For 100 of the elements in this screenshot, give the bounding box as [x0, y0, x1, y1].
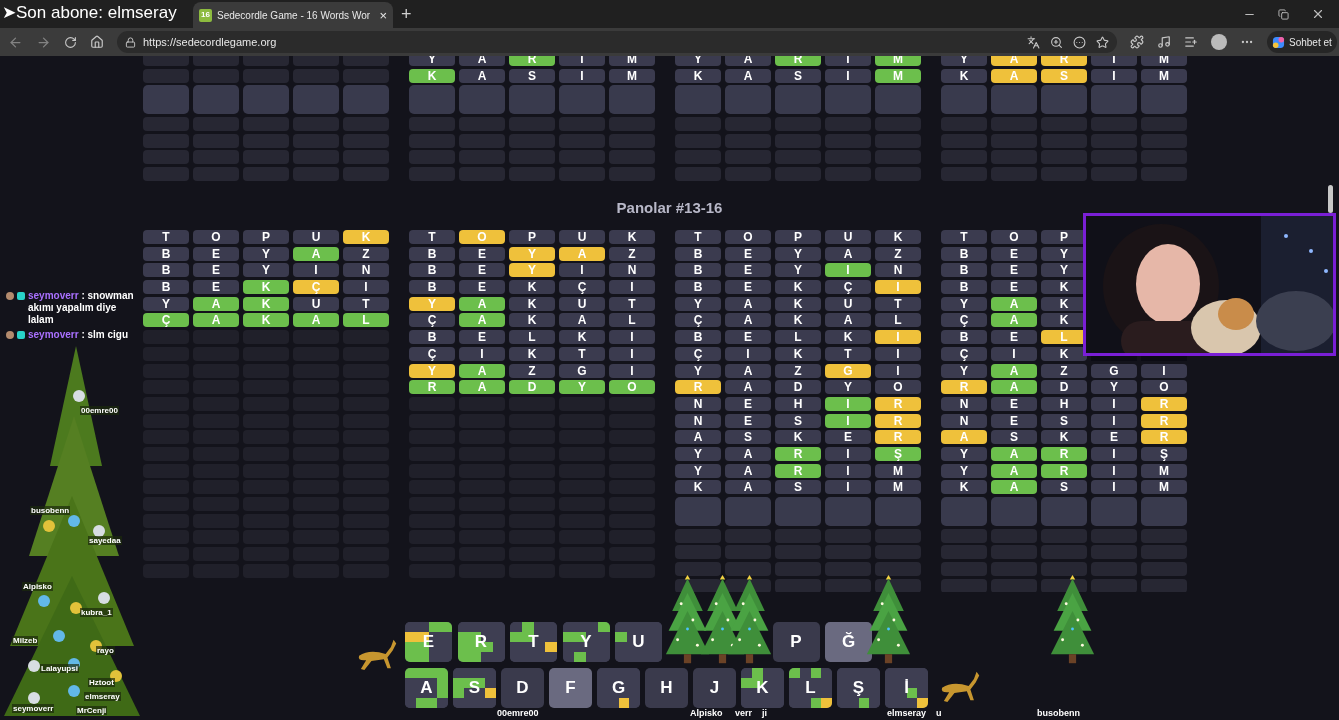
- letter-tile: R: [941, 380, 987, 395]
- address-bar[interactable]: https://sedecordlegame.org: [117, 31, 1117, 53]
- empty-tile: [991, 578, 1037, 592]
- empty-tile: [725, 528, 771, 543]
- keyboard-key[interactable]: J: [693, 668, 736, 708]
- empty-tile: [991, 167, 1037, 182]
- letter-tile: M: [1141, 68, 1187, 83]
- reload-icon[interactable]: [64, 35, 77, 49]
- letter-tile: Ç: [941, 313, 987, 328]
- empty-tile: [775, 562, 821, 577]
- close-icon[interactable]: [1311, 7, 1325, 21]
- input-tile: [1091, 497, 1137, 526]
- empty-tile: [143, 117, 189, 132]
- keyboard-key[interactable]: K: [741, 668, 784, 708]
- empty-tile: [725, 133, 771, 148]
- keyboard-key[interactable]: Y: [562, 622, 610, 662]
- letter-tile: I: [825, 263, 871, 278]
- input-tile: [775, 497, 821, 526]
- letter-tile: Ç: [409, 346, 455, 361]
- keyboard-key[interactable]: U: [615, 622, 662, 662]
- letter-tile: H: [775, 396, 821, 411]
- input-tile: [941, 497, 987, 526]
- keyboard-key[interactable]: A: [405, 668, 448, 708]
- empty-tile: [675, 167, 721, 182]
- empty-tile: [193, 133, 239, 148]
- keyboard-key[interactable]: H: [645, 668, 688, 708]
- letter-tile: N: [941, 413, 987, 428]
- letter-tile: T: [343, 296, 389, 311]
- copilot-icon: [1272, 35, 1285, 49]
- letter-tile: D: [509, 380, 555, 395]
- letter-tile: I: [991, 346, 1037, 361]
- letter-tile: A: [991, 463, 1037, 478]
- keyboard-key[interactable]: D: [501, 668, 544, 708]
- copilot-button[interactable]: Sohbet et: [1267, 31, 1337, 53]
- empty-tile: [293, 167, 339, 182]
- empty-tile: [1041, 528, 1087, 543]
- letter-tile: Y: [825, 380, 871, 395]
- lock-icon: [125, 36, 136, 48]
- empty-tile: [293, 56, 339, 66]
- letter-tile: A: [991, 68, 1037, 83]
- empty-tile: [559, 117, 605, 132]
- keyboard-key[interactable]: İ: [885, 668, 928, 708]
- keyboard-key[interactable]: P: [772, 622, 820, 662]
- input-tile: [293, 85, 339, 115]
- tree-name-label: Milzeb: [12, 636, 39, 645]
- letter-tile: G: [559, 363, 605, 378]
- keyboard-key[interactable]: F: [549, 668, 592, 708]
- close-icon[interactable]: ×: [379, 8, 387, 22]
- letter-tile: L: [343, 313, 389, 328]
- favorites-icon[interactable]: [1184, 35, 1198, 49]
- more-icon[interactable]: [1073, 35, 1086, 49]
- chat-message: seymoverr : slm cigu: [28, 329, 129, 341]
- empty-tile: [243, 167, 289, 182]
- letter-tile: K: [509, 296, 555, 311]
- letter-tile: I: [559, 263, 605, 278]
- letter-tile: E: [193, 263, 239, 278]
- empty-tile: [1091, 528, 1137, 543]
- letter-tile: B: [675, 263, 721, 278]
- letter-tile: I: [875, 363, 921, 378]
- scrollbar-thumb[interactable]: [1328, 185, 1333, 213]
- empty-tile: [243, 150, 289, 165]
- letter-tile: E: [991, 263, 1037, 278]
- letter-tile: I: [609, 280, 655, 295]
- letter-tile: K: [775, 280, 821, 295]
- restore-icon[interactable]: [1278, 8, 1289, 20]
- letter-tile: I: [825, 413, 871, 428]
- keyboard-key[interactable]: L: [789, 668, 832, 708]
- empty-tile: [1141, 578, 1187, 592]
- letter-tile: I: [1091, 480, 1137, 495]
- letter-tile: Z: [775, 363, 821, 378]
- home-icon[interactable]: [90, 35, 104, 49]
- empty-tile: [725, 562, 771, 577]
- letter-tile: A: [675, 430, 721, 445]
- translate-icon[interactable]: [1027, 35, 1040, 49]
- empty-tile: [1041, 545, 1087, 560]
- letter-tile: O: [1141, 380, 1187, 395]
- zoom-icon[interactable]: [1050, 35, 1063, 49]
- browser-tab[interactable]: 16 Sedecordle Game - 16 Words Wor ×: [193, 2, 393, 28]
- empty-tile: [193, 117, 239, 132]
- empty-tile: [459, 117, 505, 132]
- letter-tile: A: [941, 430, 987, 445]
- profile-icon[interactable]: [1211, 34, 1227, 50]
- keyboard-key[interactable]: Ğ: [825, 622, 872, 662]
- letter-tile: S: [775, 413, 821, 428]
- letter-tile: K: [559, 330, 605, 345]
- input-tile: [459, 85, 505, 115]
- empty-tile: [825, 167, 871, 182]
- letter-tile: I: [609, 363, 655, 378]
- letter-tile: A: [991, 480, 1037, 495]
- tree-name-label: MrCenji: [76, 706, 108, 715]
- keyboard-key[interactable]: G: [597, 668, 640, 708]
- letter-tile: I: [559, 68, 605, 83]
- empty-tile: [1041, 562, 1087, 577]
- keyboard-key[interactable]: Ş: [837, 668, 880, 708]
- letter-tile: B: [941, 246, 987, 261]
- extensions-icon[interactable]: [1130, 35, 1144, 49]
- viewer-name-label: verr: [735, 708, 752, 718]
- new-tab-button[interactable]: +: [401, 5, 412, 23]
- media-icon[interactable]: [1157, 35, 1171, 49]
- favorite-icon[interactable]: [1096, 35, 1109, 49]
